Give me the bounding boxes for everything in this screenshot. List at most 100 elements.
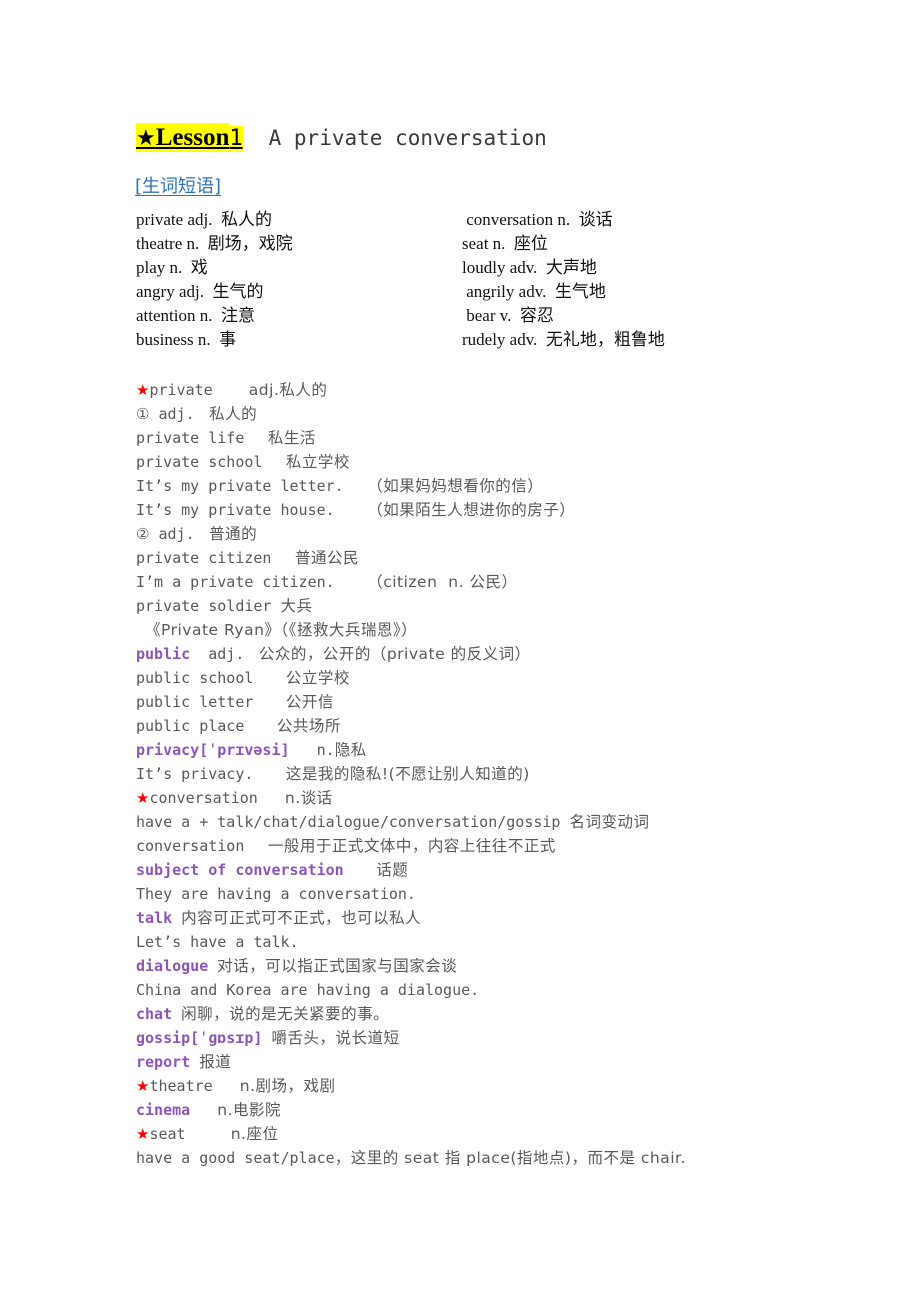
vocabulary-entry-left: business n. 事: [136, 330, 237, 349]
note-line: ② adj. 普通的: [136, 522, 876, 546]
note-line: privacy[ˈprɪvəsi] n.隐私: [136, 738, 876, 762]
note-text-cjk: n.谈话: [284, 789, 333, 807]
note-text-cjk: 嚼舌头，说长道短: [271, 1029, 400, 1047]
note-text-en: theatre: [149, 1077, 240, 1095]
red-star-icon: ★: [136, 1077, 150, 1095]
note-line: I’m a private citizen. （citizen n. 公民）: [136, 570, 876, 594]
vocabulary-entry-right: seat n. 座位: [462, 234, 548, 253]
note-text-cjk: 对话，可以指正式国家与国家会谈: [217, 957, 458, 975]
note-text-en: seat: [149, 1125, 231, 1143]
vocabulary-row: business n. 事 rudely adv. 无礼地，粗鲁地: [136, 328, 776, 352]
note-line: subject of conversation 话题: [136, 858, 876, 882]
note-text-en: It’s my private house.: [136, 501, 362, 519]
note-text-en: adj.: [190, 645, 254, 663]
note-text-en: public letter: [136, 693, 281, 711]
note-line: ★conversation n.谈话: [136, 786, 876, 810]
note-text-cjk: 公众的，公开的（private 的反义词）: [253, 645, 531, 663]
vocabulary-entry-right: rudely adv. 无礼地，粗鲁地: [462, 330, 665, 349]
note-line: Let’s have a talk.: [136, 930, 876, 954]
note-text-cjk: 闲聊，说的是无关紧要的事。: [181, 1005, 390, 1023]
note-text-en: conversation: [136, 837, 263, 855]
lesson-number: 1: [229, 126, 243, 151]
note-text-en: It’s my private letter.: [136, 477, 362, 495]
vocabulary-entry-right: angrily adv. 生气地: [462, 282, 606, 301]
page-title: ★Lesson1 A private conversation: [136, 122, 547, 155]
note-text-en: [172, 909, 181, 927]
note-text-en: [344, 861, 371, 879]
note-line: ① adj. 私人的: [136, 402, 876, 426]
note-text-en: [190, 1053, 199, 1071]
note-text-en: have a good seat/place: [136, 1149, 335, 1167]
note-line: public adj. 公众的，公开的（private 的反义词）: [136, 642, 876, 666]
note-text-en: It’s privacy.: [136, 765, 281, 783]
note-text-en: public school: [136, 669, 281, 687]
note-text-en: [190, 1101, 217, 1119]
note-line: ★theatre n.剧场，戏剧: [136, 1074, 876, 1098]
notes-body: ★private adj.私人的 ① adj. 私人的 private life 私…: [136, 378, 876, 1170]
note-text-cjk: （如果陌生人想进你的房子）: [361, 501, 576, 519]
note-text-cjk: 话题: [370, 861, 409, 879]
note-text-cjk: 一般用于正式文体中，内容上往往不正式: [262, 837, 556, 855]
note-text-cjk: 内容可正式可不正式，也可以私人: [181, 909, 422, 927]
note-text-en: They are having a conversation.: [136, 885, 416, 903]
note-text-en: private life: [136, 429, 263, 447]
red-star-icon: ★: [136, 1125, 150, 1143]
note-text-cjk: 公开信: [280, 693, 334, 711]
note-text-cjk: n.座位: [230, 1125, 279, 1143]
lesson-label: Lesson: [155, 124, 230, 151]
keyword-term: chat: [136, 1005, 173, 1023]
note-line: China and Korea are having a dialogue.: [136, 978, 876, 1002]
note-text-en: public place: [136, 717, 272, 735]
lesson-subject-title: A private conversation: [268, 126, 547, 150]
note-line: private life 私生活: [136, 426, 876, 450]
note-text-cjk: 这是我的隐私!(不愿让别人知道的): [280, 765, 530, 783]
lesson-title-highlight: ★Lesson: [136, 123, 230, 152]
note-text-cjk: 隐私: [334, 741, 367, 759]
vocabulary-row: private adj. 私人的 conversation n. 谈话: [136, 208, 776, 232]
note-text-cjk: （如果妈妈想看你的信）: [361, 477, 544, 495]
note-text-cjk: 大兵: [280, 597, 313, 615]
note-line: public place 公共场所: [136, 714, 876, 738]
note-line: It’s privacy. 这是我的隐私!(不愿让别人知道的): [136, 762, 876, 786]
note-text-cjk: n.电影院: [217, 1101, 282, 1119]
vocabulary-row: theatre n. 剧场，戏院 seat n. 座位: [136, 232, 776, 256]
vocabulary-entry-left: attention n. 注意: [136, 306, 255, 325]
note-line: dialogue 对话，可以指正式国家与国家会谈: [136, 954, 876, 978]
note-text-en: adj.: [149, 405, 204, 423]
vocabulary-list: private adj. 私人的 conversation n. 谈话 theat…: [136, 208, 776, 352]
vocabulary-row: attention n. 注意 bear v. 容忍: [136, 304, 776, 328]
keyword-term: gossip[ˈɡɒsɪp]: [136, 1029, 263, 1047]
note-line: ★private adj.私人的: [136, 378, 876, 402]
note-text-cjk: 私立学校: [280, 453, 350, 471]
note-text-en: n.: [289, 741, 335, 759]
note-text-en: adj.: [149, 525, 204, 543]
note-text-cjk: ，这里的 seat 指 place(指地点)，而不是 chair.: [334, 1149, 686, 1167]
vocabulary-row: angry adj. 生气的 angrily adv. 生气地: [136, 280, 776, 304]
note-text-en: [172, 1005, 181, 1023]
note-text-en: private: [149, 381, 249, 399]
note-text-en: I’m a private citizen.: [136, 573, 362, 591]
vocabulary-entry-right: conversation n. 谈话: [462, 210, 613, 229]
keyword-term: report: [136, 1053, 191, 1071]
vocabulary-entry-right: loudly adv. 大声地: [462, 258, 597, 277]
note-text-cjk: 普通的: [203, 525, 258, 543]
keyword-term: talk: [136, 909, 173, 927]
red-star-icon: ★: [136, 381, 150, 399]
note-text-cjk: 普通公民: [289, 549, 359, 567]
document-page: ★Lesson1 A private conversation [生词短语] pr…: [0, 0, 920, 1302]
note-line: public school 公立学校: [136, 666, 876, 690]
note-line: public letter 公开信: [136, 690, 876, 714]
keyword-term: privacy[ˈprɪvəsi]: [136, 741, 290, 759]
note-line: 《Private Ryan》（《拯救大兵瑞恩》）: [136, 618, 876, 642]
black-star-icon: ★: [136, 126, 156, 151]
circled-number: ①: [136, 405, 150, 423]
note-text-cjk: 私生活: [262, 429, 316, 447]
circled-number: ②: [136, 525, 150, 543]
note-text-en: private soldier: [136, 597, 281, 615]
note-text-en: private citizen: [136, 549, 290, 567]
note-line: chat 闲聊，说的是无关紧要的事。: [136, 1002, 876, 1026]
note-line: They are having a conversation.: [136, 882, 876, 906]
vocabulary-entry-right: bear v. 容忍: [462, 306, 554, 325]
keyword-term: subject of conversation: [136, 861, 344, 879]
vocabulary-entry-left: theatre n. 剧场，戏院: [136, 234, 293, 253]
